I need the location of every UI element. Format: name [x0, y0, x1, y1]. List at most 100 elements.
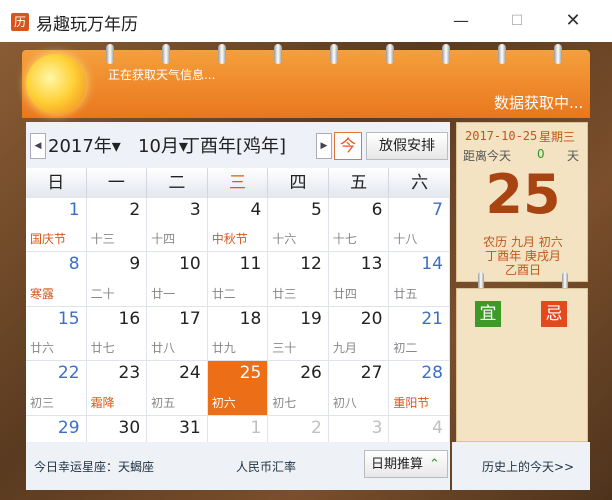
- maximize-button[interactable]: ☐: [502, 8, 532, 34]
- rmb-exchange-link[interactable]: 人民币汇率: [236, 458, 296, 475]
- day-number: 16: [118, 308, 141, 329]
- day-grid: 1 国庆节 2 十三 3 十四 4 中秋节 5 十六 6 十七 7 十八 8 寒露 9 二十 10 廿一 11 廿二 12 廿…: [26, 198, 450, 470]
- day-number: 12: [300, 254, 322, 275]
- day-number: 20: [360, 308, 383, 329]
- sun-weather-icon[interactable]: [26, 54, 86, 114]
- day-cell[interactable]: 19 三十: [268, 306, 329, 362]
- day-cell[interactable]: 5 十六: [268, 198, 329, 253]
- day-number: 3: [371, 417, 383, 438]
- lunar-label: 初五: [151, 395, 176, 410]
- weekday-label: 二: [147, 168, 208, 198]
- holiday-schedule-button[interactable]: 放假安排: [366, 132, 448, 160]
- lunar-label: 初二: [393, 341, 418, 356]
- day-cell[interactable]: 11 廿二: [207, 252, 269, 307]
- day-number: 27: [360, 363, 383, 384]
- date-infer-button[interactable]: 日期推算 ⌃: [364, 450, 448, 478]
- day-cell[interactable]: 18 廿九: [207, 306, 269, 362]
- day-cell[interactable]: 24 初五: [147, 361, 208, 416]
- big-day-number: 25: [485, 163, 561, 226]
- lunar-label: 霜降: [90, 395, 115, 410]
- distance-unit: 天: [567, 149, 580, 163]
- day-number: 23: [118, 363, 141, 384]
- today-button[interactable]: 今: [334, 132, 362, 160]
- date-infer-label: 日期推算: [371, 457, 424, 472]
- binder-ring-icon: [106, 44, 114, 64]
- lunar-label: 初六: [211, 395, 236, 410]
- binder-ring-icon: [330, 44, 338, 64]
- app-logo: 历: [11, 13, 29, 31]
- day-info-panel: 2017-10-25 星期三 距离今天 0 天 25 农历 九月 初六 丁酉年 …: [456, 122, 588, 282]
- day-number: 7: [432, 200, 443, 220]
- day-cell[interactable]: 22 初三: [26, 361, 87, 416]
- day-cell[interactable]: 20 九月: [328, 306, 390, 362]
- binder-ring-icon: [386, 44, 394, 64]
- day-cell[interactable]: 23 霜降: [86, 361, 148, 416]
- lunar-label: 廿三: [272, 286, 297, 301]
- minimize-button[interactable]: —: [446, 8, 476, 34]
- day-number: 3: [189, 200, 201, 220]
- day-cell[interactable]: 3 十四: [147, 198, 208, 253]
- binder-ring-icon: [274, 44, 282, 64]
- day-cell[interactable]: 16 廿七: [86, 306, 148, 362]
- next-month-button[interactable]: ▶: [316, 133, 332, 159]
- day-number: 13: [360, 254, 383, 275]
- lunar-label: 初三: [30, 395, 55, 410]
- history-today-link[interactable]: 历史上的今天>>: [482, 458, 574, 475]
- lunar-label: 廿八: [151, 341, 176, 356]
- lunar-label: 九月: [332, 341, 357, 356]
- day-number: 5: [311, 200, 322, 220]
- info-date: 2017-10-25: [465, 129, 538, 143]
- day-number: 4: [432, 417, 443, 438]
- day-number: 31: [179, 417, 201, 438]
- day-cell[interactable]: 21 初二: [389, 306, 450, 362]
- day-number: 6: [371, 200, 383, 220]
- day-cell[interactable]: 9 二十: [86, 252, 148, 307]
- day-number: 11: [239, 254, 262, 275]
- day-cell[interactable]: 1 国庆节: [26, 198, 87, 253]
- lunar-label: 廿五: [393, 286, 418, 301]
- lucky-constellation-link[interactable]: 今日幸运星座：天蝎座: [34, 458, 154, 475]
- day-cell[interactable]: 13 廿四: [328, 252, 390, 307]
- day-number: 14: [421, 254, 443, 275]
- day-number: 1: [250, 417, 262, 438]
- day-cell[interactable]: 17 廿八: [147, 306, 208, 362]
- lunar-label: 廿一: [151, 286, 176, 301]
- weekday-label: 四: [268, 168, 329, 198]
- day-cell[interactable]: 4 中秋节: [207, 198, 269, 253]
- yi-badge[interactable]: 宜: [475, 301, 501, 327]
- prev-month-button[interactable]: ◀: [30, 133, 46, 159]
- day-cell[interactable]: 26 初七: [268, 361, 329, 416]
- app-title: 易趣玩万年历: [36, 15, 138, 35]
- day-cell[interactable]: 15 廿六: [26, 306, 87, 362]
- day-number: 15: [57, 308, 80, 329]
- day-cell[interactable]: 2 十三: [86, 198, 148, 253]
- day-cell[interactable]: 14 廿五: [389, 252, 450, 307]
- day-cell[interactable]: 7 十八: [389, 198, 450, 253]
- weekday-label: 三: [207, 168, 269, 198]
- day-number: 19: [300, 308, 322, 329]
- distance-value: 0: [537, 147, 545, 161]
- day-number: 1: [68, 200, 80, 220]
- lunar-label: 十七: [332, 232, 357, 247]
- lunar-label: 廿七: [90, 341, 115, 356]
- month-select[interactable]: 10月▾: [138, 132, 188, 158]
- day-cell[interactable]: 10 廿一: [147, 252, 208, 307]
- weekday-label: 一: [86, 168, 148, 198]
- day-cell[interactable]: 27 初八: [328, 361, 390, 416]
- day-cell[interactable]: 12 廿三: [268, 252, 329, 307]
- year-select[interactable]: 2017年▾: [48, 132, 121, 158]
- lunar-label: 廿二: [211, 286, 236, 301]
- close-button[interactable]: ✕: [558, 8, 588, 34]
- ji-badge[interactable]: 忌: [541, 301, 567, 327]
- day-number: 4: [250, 200, 262, 220]
- day-cell[interactable]: 8 寒露: [26, 252, 87, 307]
- day-number: 28: [421, 363, 443, 384]
- day-cell[interactable]: 25 初六: [207, 361, 269, 416]
- day-number: 21: [421, 308, 443, 329]
- day-cell[interactable]: 28 重阳节: [389, 361, 450, 416]
- weather-status[interactable]: 正在获取天气信息...: [108, 66, 215, 83]
- yi-ji-panel: 宜 忌: [456, 288, 588, 442]
- lunar-label: 三十: [272, 341, 297, 356]
- data-status: 数据获取中...: [494, 94, 584, 112]
- day-cell[interactable]: 6 十七: [328, 198, 390, 253]
